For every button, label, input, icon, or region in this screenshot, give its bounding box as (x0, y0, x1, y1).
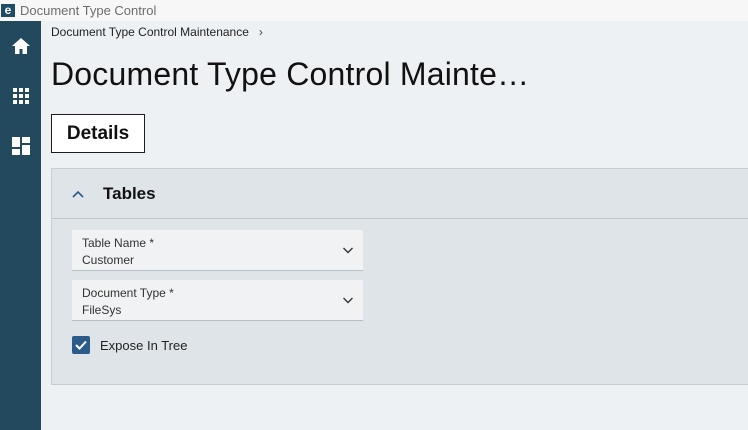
collapse-panel-button[interactable] (66, 182, 90, 206)
breadcrumb-separator-icon: › (258, 25, 263, 39)
tab-details[interactable]: Details (51, 114, 145, 153)
chevron-down-icon (343, 297, 353, 304)
document-type-label: Document Type * (82, 286, 174, 300)
tables-panel-title: Tables (103, 183, 156, 203)
sidebar-home-button[interactable] (0, 29, 41, 63)
table-name-value: Customer (82, 253, 135, 267)
breadcrumb: Document Type Control Maintenance › (51, 24, 263, 40)
sidebar-apps-button[interactable] (0, 79, 41, 113)
table-name-label: Table Name * (82, 236, 155, 250)
chevron-down-icon (343, 247, 353, 254)
table-name-select[interactable]: Table Name * Customer (72, 230, 363, 271)
breadcrumb-item-document-type-control-maintenance[interactable]: Document Type Control Maintenance (51, 25, 249, 39)
checkmark-icon (75, 340, 87, 350)
document-type-value: FileSys (82, 303, 122, 317)
sidebar-dashboard-button[interactable] (0, 129, 41, 163)
expose-in-tree-checkbox[interactable] (72, 336, 90, 354)
tables-panel: Tables Table Name * Customer Document Ty… (51, 168, 748, 385)
home-icon (11, 38, 30, 54)
apps-grid-icon (12, 88, 29, 104)
expose-in-tree-row: Expose In Tree (72, 335, 187, 355)
window-titlebar: e Document Type Control (0, 0, 748, 21)
document-type-select[interactable]: Document Type * FileSys (72, 280, 363, 321)
sidebar (0, 21, 41, 430)
app-logo: e (1, 4, 15, 17)
page-title: Document Type Control Mainte… (51, 56, 530, 92)
window-title: Document Type Control (20, 3, 157, 18)
chevron-up-icon (72, 190, 84, 198)
expose-in-tree-label[interactable]: Expose In Tree (100, 338, 187, 353)
dashboard-icon (11, 137, 30, 155)
tables-panel-header[interactable]: Tables (52, 169, 748, 219)
